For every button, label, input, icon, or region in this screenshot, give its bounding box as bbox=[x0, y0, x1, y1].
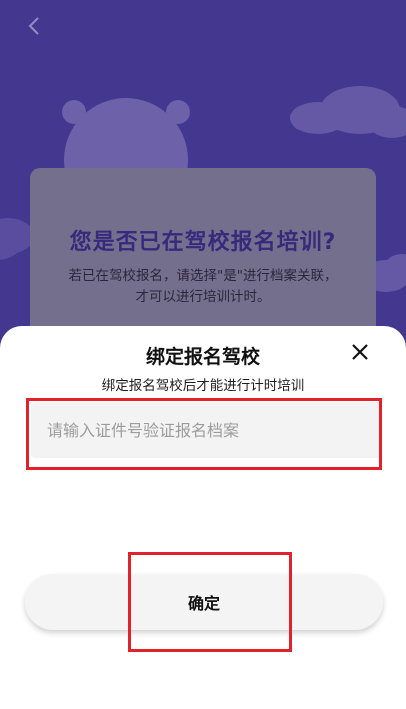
sheet-subtitle: 绑定报名驾校后才能进行计时培训 bbox=[101, 378, 305, 394]
close-icon bbox=[351, 343, 369, 365]
bind-school-sheet: 绑定报名驾校 绑定报名驾校后才能进行计时培训 确定 bbox=[0, 326, 406, 709]
button-highlight-box bbox=[128, 552, 292, 652]
close-button[interactable] bbox=[346, 340, 374, 368]
input-highlight-box bbox=[26, 398, 382, 470]
